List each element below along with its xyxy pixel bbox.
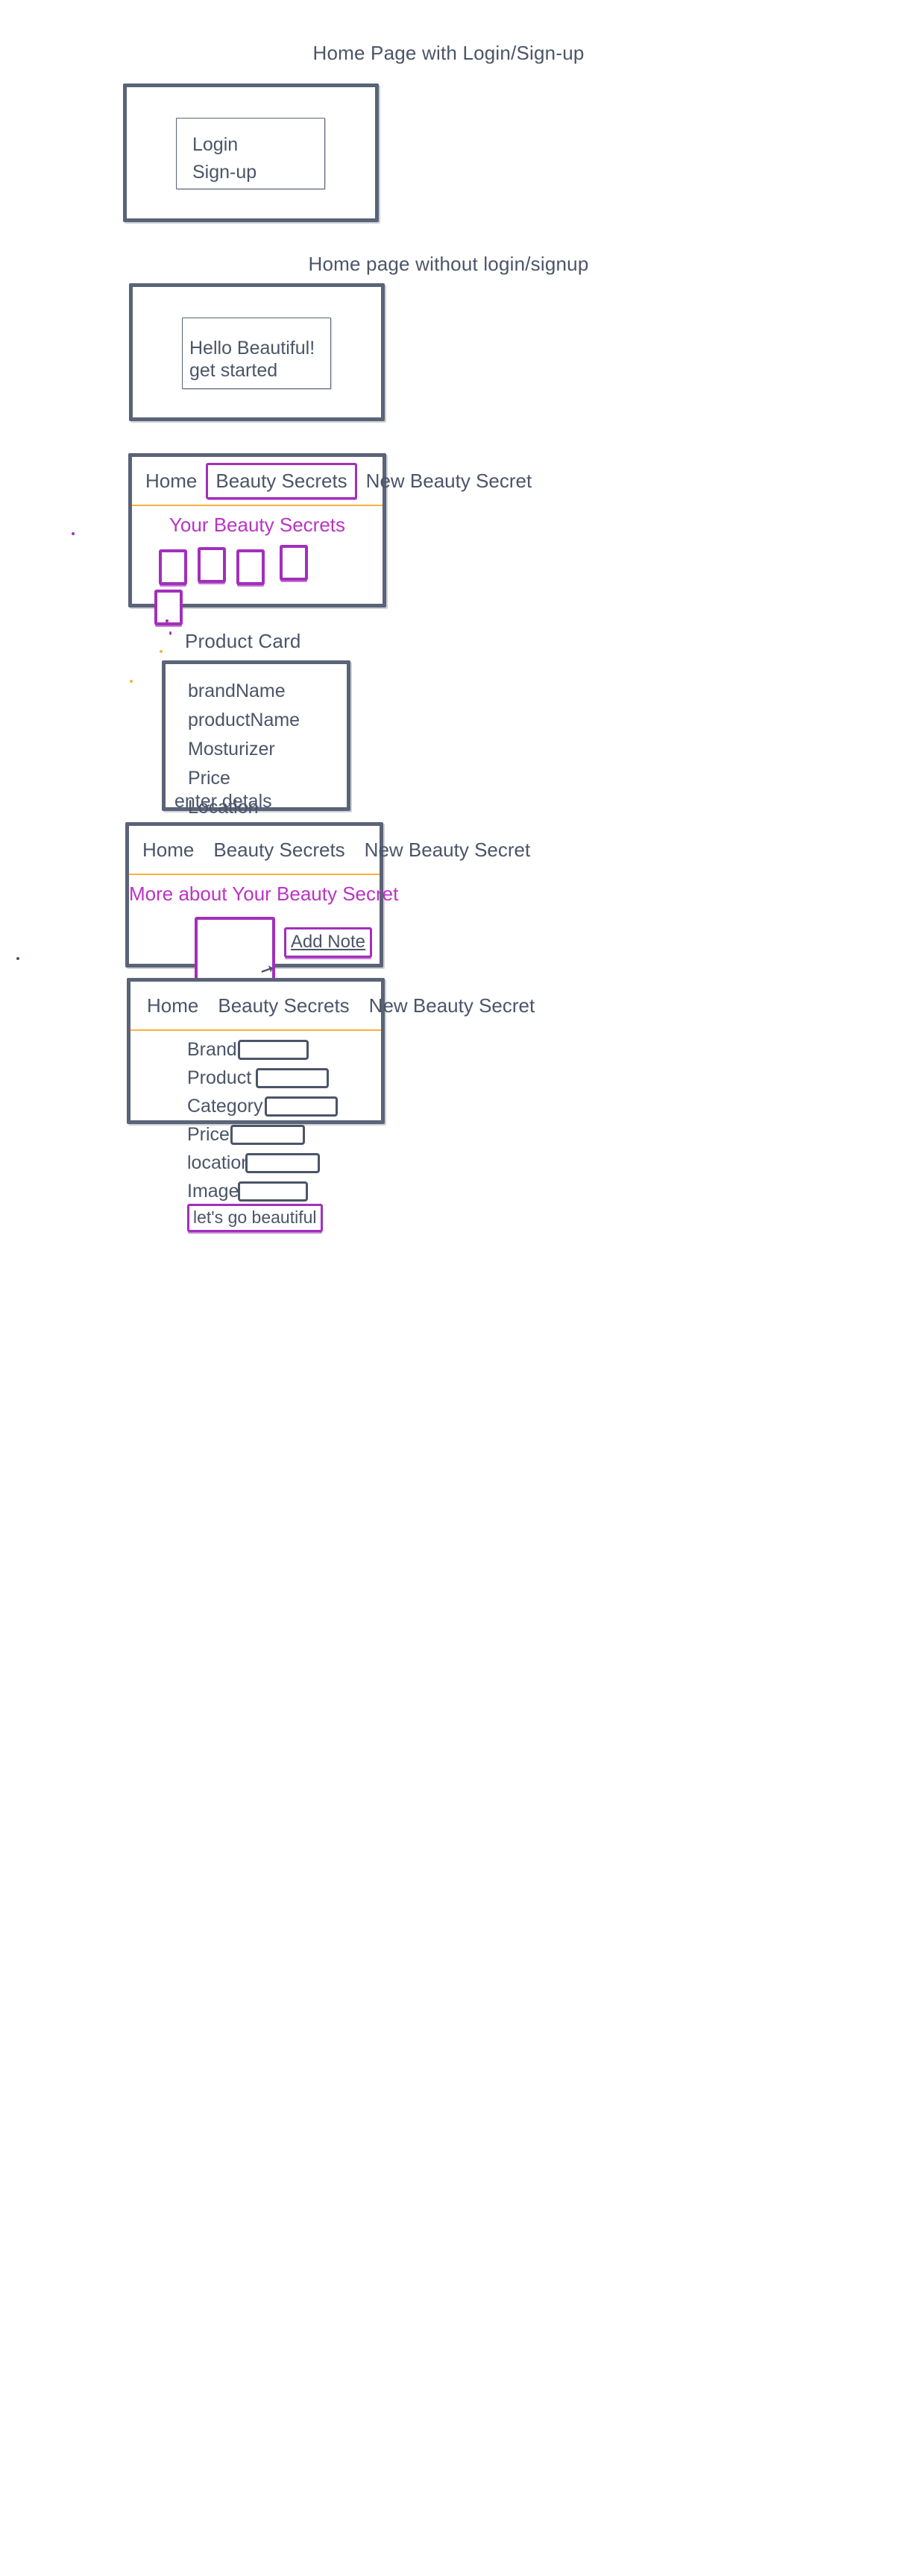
secret-card[interactable] — [159, 549, 187, 585]
input-brand[interactable] — [238, 1039, 309, 1060]
screen-frame-home-with-auth: Login Sign-up — [123, 83, 379, 222]
navbar-secret-detail: Home Beauty Secrets New Beauty Secret — [129, 826, 530, 875]
ink-speck — [16, 957, 19, 960]
label-product: Product — [187, 1067, 252, 1088]
product-card-frame: brandName productName Mosturizer Price L… — [162, 660, 350, 818]
secret-card[interactable] — [280, 545, 308, 581]
secret-detail-card[interactable]: , , ➞ — [195, 917, 277, 988]
nav-item-new-beauty-secret[interactable]: New Beauty Secret — [365, 467, 534, 496]
secret-card[interactable] — [236, 549, 265, 585]
label-category: Category — [187, 1095, 263, 1117]
signup-button[interactable]: Sign-up — [192, 163, 256, 182]
label-brand: Brand — [187, 1038, 237, 1060]
page-heading-your-beauty-secrets: Your Beauty Secrets — [169, 514, 346, 536]
page-heading-more-about-secret: More about Your Beauty Secret — [129, 883, 399, 905]
ink-speck — [166, 619, 169, 622]
nav-item-home[interactable]: Home — [141, 836, 195, 865]
nav-item-new-beauty-secret[interactable]: New Beauty Secret — [363, 836, 532, 865]
add-note-button[interactable]: Add Note — [283, 927, 372, 958]
new-secret-form: Brand Product Category Price location Im — [187, 1035, 338, 1232]
cursor-arrow-icon: ➞ — [257, 958, 277, 981]
screen-frame-secret-detail: Home Beauty Secrets New Beauty Secret Mo… — [125, 822, 530, 988]
form-row-product: Product — [187, 1064, 338, 1092]
enter-details-link[interactable]: enter detals — [174, 792, 272, 811]
form-row-location: location — [187, 1149, 338, 1177]
screen-frame-home-without-auth: Hello Beautiful! get started — [129, 283, 385, 421]
label-price: Price — [187, 1123, 230, 1145]
get-started-link[interactable]: get started — [189, 362, 277, 380]
form-row-submit: let's go beautiful — [187, 1204, 338, 1232]
nav-item-home[interactable]: Home — [144, 467, 198, 496]
product-field-category: Mosturizer — [188, 739, 275, 760]
label-location: location — [187, 1152, 252, 1173]
input-price[interactable] — [230, 1124, 305, 1145]
section-title-home-without-auth: Home page without login/signup — [308, 253, 589, 275]
product-field-product-name: productName — [188, 710, 300, 730]
ink-speck — [130, 680, 133, 683]
ink-speck — [169, 631, 171, 635]
ink-speck — [160, 650, 163, 653]
ink-speck — [72, 532, 75, 535]
nav-item-home[interactable]: Home — [145, 991, 200, 1020]
form-row-category: Category — [187, 1092, 338, 1120]
nav-item-beauty-secrets[interactable]: Beauty Secrets — [212, 836, 346, 865]
section-title-home-with-auth: Home Page with Login/Sign-up — [312, 42, 585, 64]
auth-panel: Login Sign-up — [176, 118, 325, 189]
submit-button[interactable]: let's go beautiful — [187, 1204, 323, 1232]
nav-item-beauty-secrets[interactable]: Beauty Secrets — [216, 991, 350, 1020]
secret-card[interactable] — [154, 590, 183, 625]
product-field-brand-name: brandName — [188, 681, 286, 701]
navbar-beauty-secrets: Home Beauty Secrets New Beauty Secret — [132, 457, 532, 506]
greeting-text: Hello Beautiful! — [189, 338, 315, 359]
section-title-product-card: Product Card — [185, 630, 301, 652]
form-row-image: Image — [187, 1177, 338, 1205]
input-category[interactable] — [265, 1096, 338, 1117]
screen-frame-beauty-secrets: Home Beauty Secrets New Beauty Secret Yo… — [128, 453, 532, 625]
secret-card[interactable] — [198, 547, 226, 583]
input-location[interactable] — [245, 1152, 320, 1173]
label-image: Image — [187, 1180, 239, 1202]
navbar-new-secret: Home Beauty Secrets New Beauty Secret — [130, 982, 535, 1031]
input-image[interactable] — [238, 1181, 308, 1202]
welcome-panel: Hello Beautiful! get started — [182, 318, 331, 389]
product-field-price: Price — [188, 768, 230, 789]
nav-item-beauty-secrets[interactable]: Beauty Secrets — [206, 462, 357, 499]
nav-item-new-beauty-secret[interactable]: New Beauty Secret — [368, 991, 537, 1020]
wireframe-page: Home Page with Login/Sign-up Login Sign-… — [0, 0, 897, 2576]
input-product[interactable] — [256, 1067, 329, 1088]
login-button[interactable]: Login — [192, 136, 238, 154]
form-row-price: Price — [187, 1120, 338, 1149]
screen-frame-new-secret-form: Home Beauty Secrets New Beauty Secret Br… — [127, 978, 535, 1232]
form-row-brand: Brand — [187, 1035, 338, 1064]
